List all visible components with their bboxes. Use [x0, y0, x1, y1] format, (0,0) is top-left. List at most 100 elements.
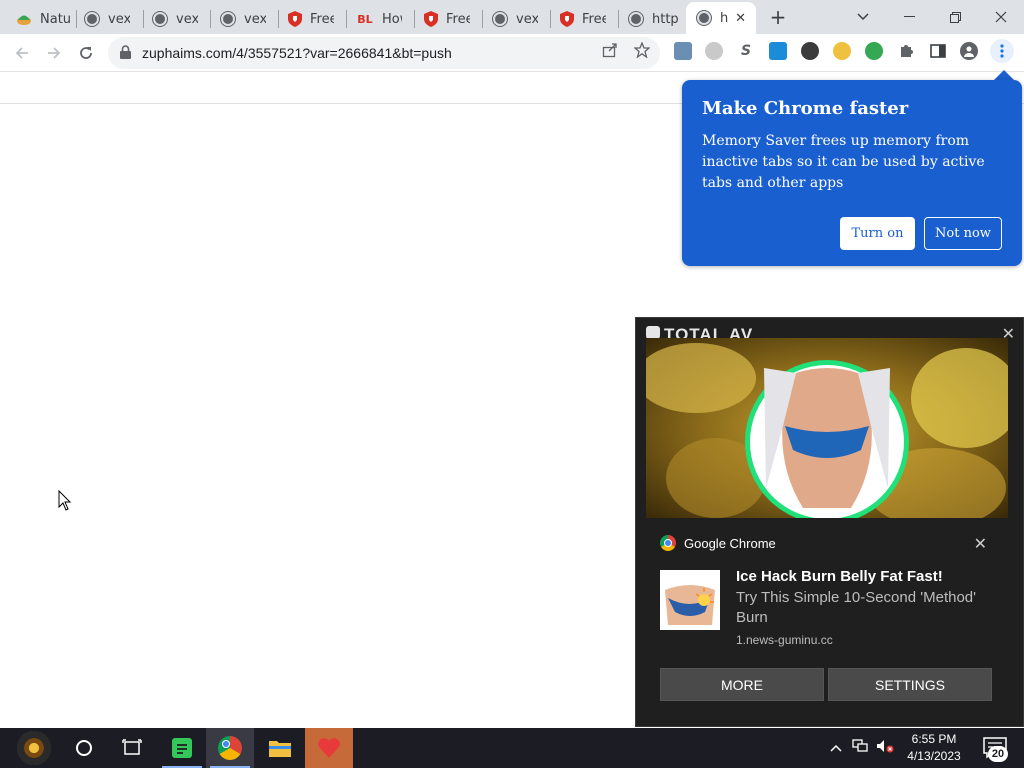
- globe-icon: [696, 10, 712, 26]
- network-icon[interactable]: [852, 739, 868, 757]
- extension-2-icon[interactable]: [705, 42, 723, 60]
- profile-icon[interactable]: [960, 42, 978, 60]
- not-now-button[interactable]: Not now: [924, 217, 1002, 250]
- tab-8[interactable]: vexa: [476, 4, 544, 34]
- notification-toast: TOTAL AV ✕ Google Chrome ✕ Ice Hack Burn…: [635, 317, 1024, 727]
- globe-icon: [492, 11, 508, 27]
- tray-chevron-icon[interactable]: [830, 741, 842, 756]
- task-view-icon: [122, 739, 142, 755]
- cortana-button[interactable]: [60, 728, 108, 768]
- shield-icon: [560, 11, 574, 27]
- chrome-icon: [218, 736, 242, 760]
- tab-title: Natu: [40, 11, 70, 27]
- tab-3[interactable]: vexa: [136, 4, 204, 34]
- globe-icon: [152, 11, 168, 27]
- back-button[interactable]: [8, 39, 36, 67]
- globe-icon: [220, 11, 236, 27]
- tab-active[interactable]: h ✕: [686, 2, 756, 34]
- share-icon[interactable]: [600, 40, 620, 60]
- reload-button[interactable]: [72, 39, 100, 67]
- toast-close-icon[interactable]: ✕: [974, 534, 987, 554]
- mouse-cursor-icon: [58, 490, 72, 511]
- tab-10[interactable]: http: [612, 4, 684, 34]
- file-explorer-icon: [269, 741, 291, 757]
- notes-app-icon: [172, 738, 192, 758]
- leaf-icon: [16, 11, 32, 27]
- tab-title: vexa: [244, 11, 266, 27]
- extension-1-icon[interactable]: [674, 42, 692, 60]
- tab-1[interactable]: Natu: [0, 4, 76, 34]
- tab-9[interactable]: Free: [544, 4, 612, 34]
- cortana-icon: [76, 740, 92, 756]
- taskbar: 6:55 PM 4/13/2023 20: [0, 728, 1024, 768]
- address-bar[interactable]: zuphaims.com/4/3557521?var=2666841&bt=pu…: [108, 37, 660, 69]
- tab-search-icon[interactable]: [840, 0, 886, 34]
- start-orb-icon: [17, 731, 51, 765]
- extension-5-icon[interactable]: [801, 42, 819, 60]
- side-panel-icon[interactable]: [929, 42, 947, 60]
- tab-title: vexa: [176, 11, 198, 27]
- more-button[interactable]: MORE: [660, 668, 824, 701]
- extension-s-icon[interactable]: S: [737, 42, 755, 60]
- forward-button[interactable]: [40, 39, 68, 67]
- tab-4[interactable]: vexa: [204, 4, 272, 34]
- shield-icon: [288, 11, 302, 27]
- settings-button[interactable]: SETTINGS: [828, 668, 992, 701]
- extension-6-icon[interactable]: [833, 42, 851, 60]
- notification-source: 1.news-guminu.cc: [736, 633, 833, 647]
- bubble-body: Memory Saver frees up memory from inacti…: [702, 133, 985, 191]
- tab-title: Free: [446, 11, 470, 27]
- notes-app-button[interactable]: [158, 728, 206, 768]
- globe-icon: [628, 11, 644, 27]
- system-tray: [830, 728, 894, 768]
- tab-5[interactable]: Free: [272, 4, 340, 34]
- clock-time: 6:55 PM: [911, 732, 957, 746]
- notification-text: Try This Simple 10-Second 'Method' Burn: [736, 589, 976, 626]
- url-text: zuphaims.com/4/3557521?var=2666841&bt=pu…: [142, 45, 452, 61]
- tab-title: Free: [582, 11, 606, 27]
- shield-icon: [424, 11, 438, 27]
- globe-icon: [84, 11, 100, 27]
- tab-title: vexa: [516, 11, 538, 27]
- puzzle-icon[interactable]: [897, 42, 915, 60]
- lock-icon[interactable]: [120, 44, 134, 62]
- tab-close-icon[interactable]: ✕: [731, 11, 750, 26]
- tab-title: Free: [310, 11, 334, 27]
- new-tab-button[interactable]: +: [766, 6, 790, 30]
- tab-title: How: [382, 11, 402, 27]
- app-name: Google Chrome: [684, 535, 776, 551]
- tab-7[interactable]: Free: [408, 4, 476, 34]
- minimize-button[interactable]: [886, 0, 932, 34]
- notification-app-row: Google Chrome: [660, 535, 776, 551]
- notification-thumbnail: [660, 570, 720, 630]
- tab-title: h: [720, 10, 729, 26]
- heart-app-button[interactable]: [305, 728, 353, 768]
- volume-muted-icon[interactable]: [876, 739, 894, 757]
- bubble-arrow: [994, 70, 1014, 80]
- turn-on-button[interactable]: Turn on: [840, 217, 915, 250]
- tab-6[interactable]: BL How: [340, 4, 408, 34]
- tab-title: http: [652, 11, 678, 27]
- bl-icon: BL: [357, 12, 373, 26]
- notification-count-badge: 20: [988, 746, 1008, 762]
- task-view-button[interactable]: [108, 728, 156, 768]
- tab-title: vexa: [108, 11, 130, 27]
- bookmark-star-icon[interactable]: [632, 40, 652, 60]
- extension-4-icon[interactable]: [769, 42, 787, 60]
- extension-7-icon[interactable]: [865, 42, 883, 60]
- close-window-button[interactable]: [978, 0, 1024, 34]
- chrome-taskbar-button[interactable]: [206, 728, 254, 768]
- notification-title: Ice Hack Burn Belly Fat Fast!: [736, 568, 943, 585]
- restore-button[interactable]: [932, 0, 978, 34]
- start-button[interactable]: [10, 728, 58, 768]
- file-explorer-button[interactable]: [256, 728, 304, 768]
- browser-toolbar: zuphaims.com/4/3557521?var=2666841&bt=pu…: [0, 34, 1024, 72]
- heart-app-icon: [318, 738, 340, 758]
- tab-strip: Natu vexa vexa vexa Free BL How Free vex…: [0, 0, 1024, 34]
- notification-hero-image: [646, 338, 1008, 518]
- taskbar-clock[interactable]: 6:55 PM 4/13/2023: [898, 731, 970, 765]
- memory-saver-bubble: Make Chrome faster Memory Saver frees up…: [682, 80, 1022, 266]
- menu-icon[interactable]: [990, 39, 1014, 63]
- chrome-logo-icon: [660, 535, 676, 551]
- tab-2[interactable]: vexa: [68, 4, 136, 34]
